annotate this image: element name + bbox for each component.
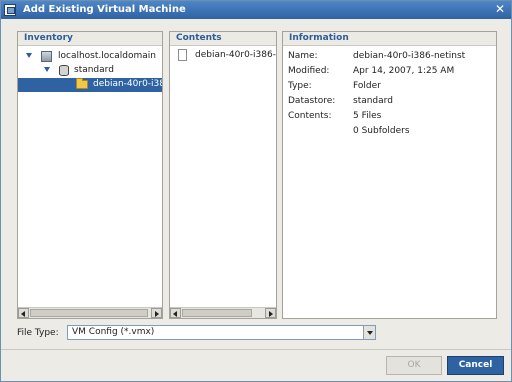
- file-type-label: File Type:: [17, 328, 59, 338]
- cancel-button[interactable]: Cancel: [447, 356, 504, 375]
- info-value: Folder: [353, 81, 381, 91]
- information-header: Information: [283, 32, 496, 46]
- tree-item-localhost[interactable]: localhost.localdomain: [18, 50, 162, 64]
- info-key: Contents:: [288, 111, 332, 121]
- contents-item-label: debian-40r0-i386-netinst: [195, 50, 276, 60]
- chevron-down-icon[interactable]: [44, 67, 50, 72]
- chevron-down-icon[interactable]: [26, 53, 32, 58]
- datastore-icon: [59, 65, 69, 76]
- info-key: Name:: [288, 51, 318, 61]
- info-value: Apr 14, 2007, 1:25 AM: [353, 66, 455, 76]
- host-icon: [41, 51, 52, 62]
- inventory-header: Inventory: [18, 32, 162, 46]
- tree-item-label: standard: [74, 65, 114, 75]
- window-app-icon: [4, 4, 16, 16]
- contents-item[interactable]: debian-40r0-i386-netinst: [170, 49, 276, 63]
- dropdown-arrow-icon[interactable]: [363, 326, 375, 339]
- scroll-right-icon[interactable]: [151, 308, 162, 318]
- information-panel: Information Name: debian-40r0-i386-netin…: [282, 31, 497, 319]
- tree-item-label: debian-40r0-i386-netinst: [93, 79, 162, 89]
- contents-panel: Contents debian-40r0-i386-netinst: [169, 31, 277, 319]
- tree-item-debian-folder[interactable]: debian-40r0-i386-netinst: [18, 78, 162, 92]
- inventory-panel: Inventory localhost.localdomain standard…: [17, 31, 163, 319]
- tree-item-standard[interactable]: standard: [18, 64, 162, 78]
- scroll-left-icon[interactable]: [170, 308, 181, 318]
- file-type-select[interactable]: VM Config (*.vmx): [67, 325, 376, 340]
- info-key: Datastore:: [288, 96, 336, 106]
- info-value: 0 Subfolders: [353, 126, 410, 136]
- close-icon[interactable]: ✕: [493, 2, 507, 16]
- ok-button[interactable]: OK: [386, 356, 442, 375]
- contents-header: Contents: [170, 32, 276, 46]
- footer-divider: [1, 349, 511, 350]
- inventory-horizontal-scrollbar[interactable]: [18, 307, 162, 318]
- contents-horizontal-scrollbar[interactable]: [170, 307, 276, 318]
- info-key: Modified:: [288, 66, 330, 76]
- dialog-window: Add Existing Virtual Machine ✕ Inventory…: [0, 0, 512, 382]
- scroll-thumb[interactable]: [182, 309, 252, 317]
- info-value: 5 Files: [353, 111, 382, 121]
- info-value: debian-40r0-i386-netinst: [353, 51, 466, 61]
- file-icon: [178, 49, 187, 61]
- file-type-selected-value: VM Config (*.vmx): [72, 327, 155, 337]
- tree-item-label: localhost.localdomain: [58, 51, 156, 61]
- scroll-left-icon[interactable]: [18, 308, 29, 318]
- info-value: standard: [353, 96, 393, 106]
- title-bar[interactable]: Add Existing Virtual Machine ✕: [1, 1, 511, 19]
- window-title: Add Existing Virtual Machine: [23, 4, 186, 15]
- folder-icon: [76, 78, 88, 89]
- info-key: Type:: [288, 81, 312, 91]
- scroll-right-icon[interactable]: [265, 308, 276, 318]
- scroll-thumb[interactable]: [30, 309, 148, 317]
